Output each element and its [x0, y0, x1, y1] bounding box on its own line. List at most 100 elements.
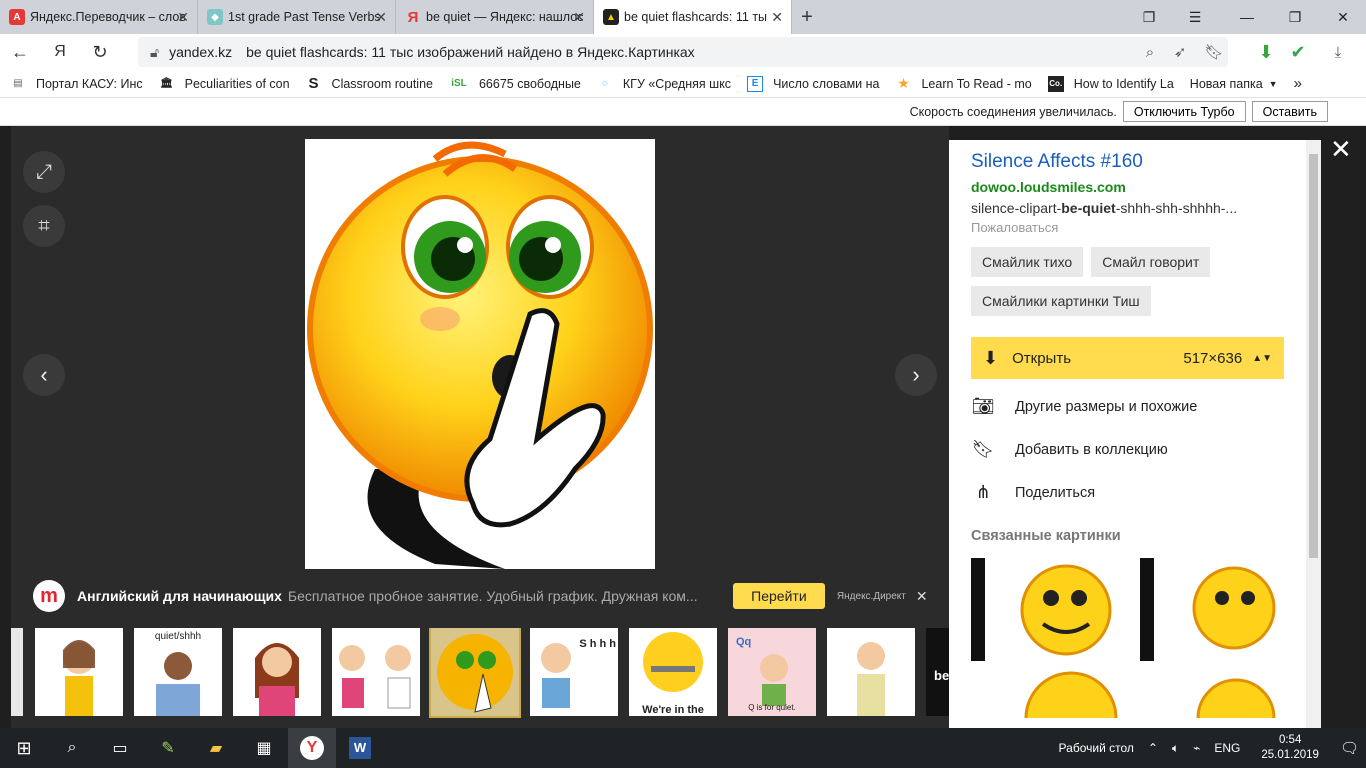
image-title-link[interactable]: Silence Affects #160	[971, 151, 1284, 173]
volume-icon[interactable]: 🔈︎	[1172, 741, 1179, 756]
back-button[interactable]: ←	[0, 34, 40, 70]
bookmark-66675[interactable]: iSL 66675 свободные	[449, 76, 581, 92]
fullscreen-icon[interactable]: ⤢	[23, 151, 65, 193]
new-tab-button[interactable]: +	[792, 0, 822, 34]
source-site-link[interactable]: dowoo.loudsmiles.com	[971, 179, 1284, 195]
language-indicator[interactable]: ENG	[1214, 741, 1240, 755]
download-extension-icon[interactable]: ⬇	[1248, 34, 1284, 70]
close-icon[interactable]: ✕	[771, 9, 783, 26]
tab-translator[interactable]: A Яндекс.Переводчик – слов ✕	[0, 0, 198, 34]
tab-flashcards[interactable]: ▲ be quiet flashcards: 11 ты ✕	[594, 0, 792, 34]
image-size-selector[interactable]: 517×636	[1183, 350, 1242, 367]
bookmark-kgu[interactable]: ◌ КГУ «Средняя шкс	[597, 76, 731, 92]
bookmark-number-words[interactable]: E Число словами на	[747, 75, 879, 92]
share-link[interactable]: ⋔ Поделиться	[971, 471, 1284, 514]
turbo-infobar: Скорость соединения увеличилась. Отключи…	[0, 98, 1366, 126]
ad-logo: m	[33, 580, 65, 612]
bookmark-classroom[interactable]: S Classroom routine	[306, 75, 433, 92]
scrollbar-thumb[interactable]	[1309, 154, 1318, 558]
thumbnail-be-partial[interactable]: be	[926, 628, 949, 716]
thumbnail-girl-shush[interactable]	[35, 628, 123, 716]
main-image-shush-smiley[interactable]	[305, 139, 655, 569]
related-image-smiley-3[interactable]	[991, 668, 1141, 718]
ad-direct-label: Яндекс.Директ	[836, 590, 906, 602]
close-icon[interactable]: ✕	[177, 9, 189, 26]
search-icon[interactable]: ⌕	[48, 728, 96, 768]
ad-close-icon[interactable]: ✕	[916, 588, 928, 605]
tag-chip[interactable]: Смайлики картинки Тиш	[971, 286, 1151, 316]
thumbnail-selected-smiley[interactable]	[429, 628, 521, 718]
thumbnail-quiet-shhh[interactable]: quiet/shhh	[134, 628, 222, 716]
turbo-rocket-icon[interactable]: ➶	[1162, 34, 1198, 70]
notifications-icon[interactable]: 🗨︎	[1340, 739, 1359, 757]
camera-search-icon: 📷︎	[971, 396, 995, 416]
tag-chip[interactable]: Смайлик тихо	[971, 247, 1084, 277]
panel-scrollbar[interactable]	[1306, 140, 1321, 728]
network-icon[interactable]: ⌁	[1193, 741, 1200, 755]
yandex-home-button[interactable]: Я	[40, 34, 80, 70]
crop-icon[interactable]: ⌗	[23, 205, 65, 247]
related-image-smiley-4[interactable]	[1191, 668, 1281, 718]
complain-link[interactable]: Пожаловаться	[971, 220, 1284, 235]
old-man-image	[857, 642, 885, 716]
yandex-translate-icon: A	[9, 9, 25, 25]
close-viewer-icon[interactable]: ✕	[1330, 134, 1352, 165]
word-app-icon[interactable]: W	[336, 728, 384, 768]
thumbnail-old-man[interactable]	[827, 628, 915, 716]
more-bookmarks-icon[interactable]: »	[1294, 75, 1302, 92]
thumbnail-partial[interactable]	[11, 628, 23, 716]
bookmark-icon[interactable]: 🔖︎	[1196, 34, 1232, 70]
lock-icon[interactable]: 🔓︎	[150, 44, 159, 61]
tag-chip[interactable]: Смайл говорит	[1091, 247, 1211, 277]
start-button-windows-icon[interactable]: ⊞	[0, 728, 48, 768]
ad-title[interactable]: Английский для начинающих	[77, 588, 282, 604]
desktop-toolbar-label[interactable]: Рабочий стол	[1059, 741, 1134, 755]
bookmark-peculiarities[interactable]: 🏛︎ Peculiarities of con	[159, 76, 289, 92]
other-sizes-link[interactable]: 📷︎ Другие размеры и похожие	[971, 385, 1284, 428]
tab-be-quiet-search[interactable]: Я be quiet — Яндекс: нашлос ✕	[396, 0, 594, 34]
clock[interactable]: 0:54 25.01.2019	[1261, 733, 1319, 763]
close-icon[interactable]: ✕	[573, 9, 585, 26]
bookmark-learn-to-read[interactable]: ★ Learn To Read - mo	[895, 75, 1032, 92]
school-icon: ◌	[601, 78, 608, 89]
bookmark-kasu[interactable]: ▤ Портал КАСУ: Инс	[10, 76, 142, 92]
s-logo-icon: S	[308, 75, 319, 92]
bookmark-folder[interactable]: Новая папка ▼	[1190, 77, 1278, 91]
ad-go-button[interactable]: Перейти	[732, 583, 825, 609]
bookmark-how-to-identify[interactable]: Co. How to Identify La	[1047, 75, 1174, 92]
tab-past-tense[interactable]: ◆ 1st grade Past Tense Verbs ✕	[198, 0, 396, 34]
menu-icon[interactable]: ☰	[1172, 0, 1218, 34]
related-image-thinking-smiley[interactable]	[1164, 558, 1284, 661]
thumbnail-boy-shhh[interactable]: S h h h	[530, 628, 618, 716]
paint-app-icon[interactable]: ✎	[144, 728, 192, 768]
task-view-icon[interactable]: ▭	[96, 728, 144, 768]
url-field[interactable]: 🔓︎ yandex.kz be quiet flashcards: 11 тыс…	[138, 37, 1228, 67]
maximize-button[interactable]: ❐	[1272, 0, 1318, 34]
tray-overflow-icon[interactable]: ⌃	[1148, 741, 1158, 755]
disable-turbo-button[interactable]: Отключить Турбо	[1122, 101, 1246, 122]
updown-icon: ▲▼	[1252, 352, 1272, 364]
prev-image-button[interactable]: ‹	[23, 354, 65, 396]
yandex-browser-icon[interactable]: Y	[288, 728, 336, 768]
yandex-direct-ad[interactable]: m Английский для начинающих Бесплатное п…	[33, 580, 933, 612]
protect-shield-icon[interactable]: ✔	[1280, 34, 1316, 70]
open-image-button[interactable]: ⬇ Открыть 517×636 ▲▼	[971, 337, 1284, 379]
close-icon[interactable]: ✕	[375, 9, 387, 26]
thumbnail-kids[interactable]	[332, 628, 420, 716]
reload-button[interactable]: ↻	[80, 34, 120, 70]
pillar-icon: 🏛︎	[160, 78, 173, 89]
calculator-icon[interactable]: ▦	[240, 728, 288, 768]
close-window-button[interactable]: ✕	[1320, 0, 1366, 34]
minimize-button[interactable]: —	[1224, 0, 1270, 34]
related-image-thumbs-up-smiley[interactable]	[971, 558, 1154, 661]
file-explorer-icon[interactable]: ▰	[192, 728, 240, 768]
thumbnail-zipper-smiley[interactable]: We're in the	[629, 628, 717, 716]
downloads-icon[interactable]: ⤓	[1320, 34, 1356, 70]
thumbnail-teacher-shush[interactable]	[233, 628, 321, 716]
bookmarks-manager-icon[interactable]: ❐	[1126, 0, 1172, 34]
keep-turbo-button[interactable]: Оставить	[1251, 101, 1328, 122]
next-image-button[interactable]: ›	[895, 354, 937, 396]
url-title: be quiet flashcards: 11 тыс изображений …	[246, 44, 695, 60]
thumbnail-q-for-quiet[interactable]: Qq Q is for quiet.	[728, 628, 816, 716]
add-to-collection-link[interactable]: 🔖︎ Добавить в коллекцию	[971, 428, 1284, 471]
